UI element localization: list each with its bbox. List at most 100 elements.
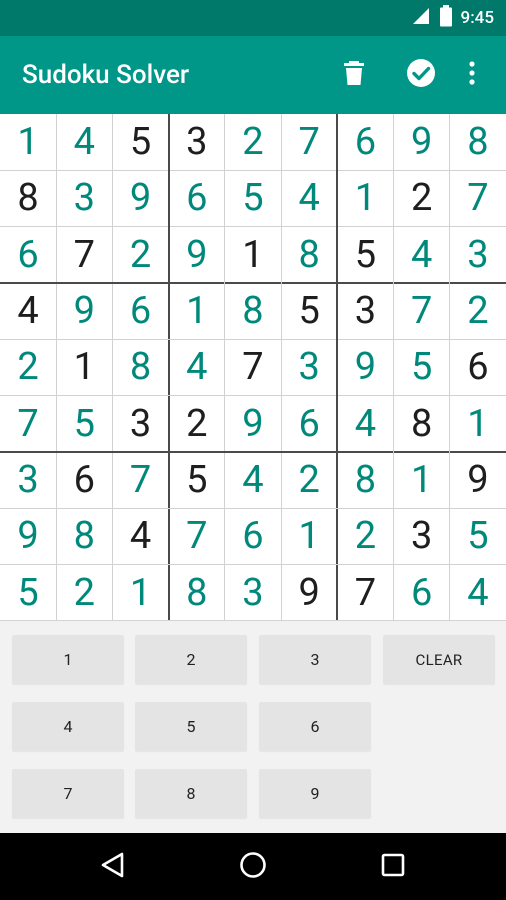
sudoku-cell[interactable]: 9 (169, 227, 225, 283)
sudoku-cell[interactable]: 2 (281, 452, 337, 508)
sudoku-cell[interactable]: 5 (450, 508, 506, 564)
sudoku-cell[interactable]: 2 (337, 508, 393, 564)
sudoku-cell[interactable]: 6 (112, 283, 168, 339)
sudoku-cell[interactable]: 4 (112, 508, 168, 564)
sudoku-cell[interactable]: 1 (0, 114, 56, 170)
sudoku-cell[interactable]: 9 (112, 170, 168, 226)
sudoku-cell[interactable]: 3 (56, 170, 112, 226)
sudoku-cell[interactable]: 5 (169, 452, 225, 508)
sudoku-cell[interactable]: 5 (225, 170, 281, 226)
sudoku-cell[interactable]: 6 (225, 508, 281, 564)
sudoku-cell[interactable]: 3 (225, 565, 281, 621)
sudoku-cell[interactable]: 8 (337, 452, 393, 508)
sudoku-cell[interactable]: 4 (281, 170, 337, 226)
sudoku-cell[interactable]: 6 (0, 227, 56, 283)
sudoku-cell[interactable]: 3 (394, 508, 450, 564)
key-9[interactable]: 9 (259, 769, 371, 818)
sudoku-cell[interactable]: 2 (112, 227, 168, 283)
sudoku-cell[interactable]: 9 (394, 114, 450, 170)
sudoku-cell[interactable]: 1 (281, 508, 337, 564)
clear-button[interactable]: CLEAR (383, 635, 495, 684)
cell-divider-horizontal (0, 338, 506, 340)
sudoku-cell[interactable]: 8 (450, 114, 506, 170)
sudoku-cell[interactable]: 7 (337, 565, 393, 621)
sudoku-cell[interactable]: 1 (56, 339, 112, 395)
sudoku-cell[interactable]: 6 (337, 114, 393, 170)
key-8[interactable]: 8 (135, 769, 247, 818)
sudoku-cell[interactable]: 5 (281, 283, 337, 339)
sudoku-cell[interactable]: 9 (337, 339, 393, 395)
sudoku-cell[interactable]: 1 (450, 396, 506, 452)
more-vert-icon (468, 61, 476, 89)
key-5[interactable]: 5 (135, 702, 247, 751)
sudoku-cell[interactable]: 4 (225, 452, 281, 508)
sudoku-cell[interactable]: 2 (225, 114, 281, 170)
key-2[interactable]: 2 (135, 635, 247, 684)
sudoku-cell[interactable]: 4 (450, 565, 506, 621)
sudoku-cell[interactable]: 8 (225, 283, 281, 339)
sudoku-cell[interactable]: 9 (56, 283, 112, 339)
sudoku-cell[interactable]: 7 (169, 508, 225, 564)
sudoku-cell[interactable]: 7 (225, 339, 281, 395)
sudoku-cell[interactable]: 5 (0, 565, 56, 621)
sudoku-cell[interactable]: 6 (281, 396, 337, 452)
sudoku-cell[interactable]: 3 (112, 396, 168, 452)
nav-home-button[interactable] (229, 843, 277, 891)
sudoku-cell[interactable]: 2 (169, 396, 225, 452)
sudoku-cell[interactable]: 3 (450, 227, 506, 283)
sudoku-cell[interactable]: 7 (450, 170, 506, 226)
sudoku-cell[interactable]: 2 (394, 170, 450, 226)
solve-button[interactable] (399, 53, 443, 97)
sudoku-cell[interactable]: 7 (112, 452, 168, 508)
sudoku-cell[interactable]: 5 (56, 396, 112, 452)
delete-button[interactable] (332, 53, 376, 97)
sudoku-cell[interactable]: 2 (450, 283, 506, 339)
sudoku-cell[interactable]: 7 (394, 283, 450, 339)
sudoku-cell[interactable]: 1 (394, 452, 450, 508)
sudoku-cell[interactable]: 7 (56, 227, 112, 283)
sudoku-cell[interactable]: 6 (56, 452, 112, 508)
sudoku-cell[interactable]: 1 (225, 227, 281, 283)
sudoku-cell[interactable]: 3 (281, 339, 337, 395)
key-6[interactable]: 6 (259, 702, 371, 751)
sudoku-cell[interactable]: 9 (281, 565, 337, 621)
sudoku-cell[interactable]: 9 (225, 396, 281, 452)
sudoku-cell[interactable]: 3 (0, 452, 56, 508)
sudoku-cell[interactable]: 8 (394, 396, 450, 452)
sudoku-cell[interactable]: 1 (112, 565, 168, 621)
sudoku-cell[interactable]: 4 (394, 227, 450, 283)
sudoku-cell[interactable]: 4 (56, 114, 112, 170)
sudoku-cell[interactable]: 1 (337, 170, 393, 226)
sudoku-cell[interactable]: 1 (169, 283, 225, 339)
sudoku-cell[interactable]: 8 (56, 508, 112, 564)
sudoku-cell[interactable]: 8 (169, 565, 225, 621)
sudoku-cell[interactable]: 2 (56, 565, 112, 621)
overflow-menu-button[interactable] (450, 53, 494, 97)
sudoku-cell[interactable]: 4 (169, 339, 225, 395)
cell-divider-horizontal (0, 564, 506, 566)
sudoku-cell[interactable]: 3 (169, 114, 225, 170)
nav-back-button[interactable] (89, 843, 137, 891)
sudoku-cell[interactable]: 6 (394, 565, 450, 621)
sudoku-cell[interactable]: 2 (0, 339, 56, 395)
sudoku-cell[interactable]: 5 (112, 114, 168, 170)
sudoku-cell[interactable]: 5 (394, 339, 450, 395)
nav-recents-button[interactable] (369, 843, 417, 891)
sudoku-cell[interactable]: 6 (169, 170, 225, 226)
sudoku-cell[interactable]: 8 (112, 339, 168, 395)
sudoku-cell[interactable]: 9 (450, 452, 506, 508)
key-3[interactable]: 3 (259, 635, 371, 684)
sudoku-cell[interactable]: 7 (0, 396, 56, 452)
sudoku-cell[interactable]: 4 (0, 283, 56, 339)
sudoku-cell[interactable]: 8 (281, 227, 337, 283)
sudoku-cell[interactable]: 3 (337, 283, 393, 339)
sudoku-cell[interactable]: 4 (337, 396, 393, 452)
key-7[interactable]: 7 (12, 769, 124, 818)
sudoku-cell[interactable]: 7 (281, 114, 337, 170)
sudoku-cell[interactable]: 6 (450, 339, 506, 395)
sudoku-cell[interactable]: 9 (0, 508, 56, 564)
sudoku-cell[interactable]: 8 (0, 170, 56, 226)
sudoku-cell[interactable]: 5 (337, 227, 393, 283)
key-4[interactable]: 4 (12, 702, 124, 751)
key-1[interactable]: 1 (12, 635, 124, 684)
